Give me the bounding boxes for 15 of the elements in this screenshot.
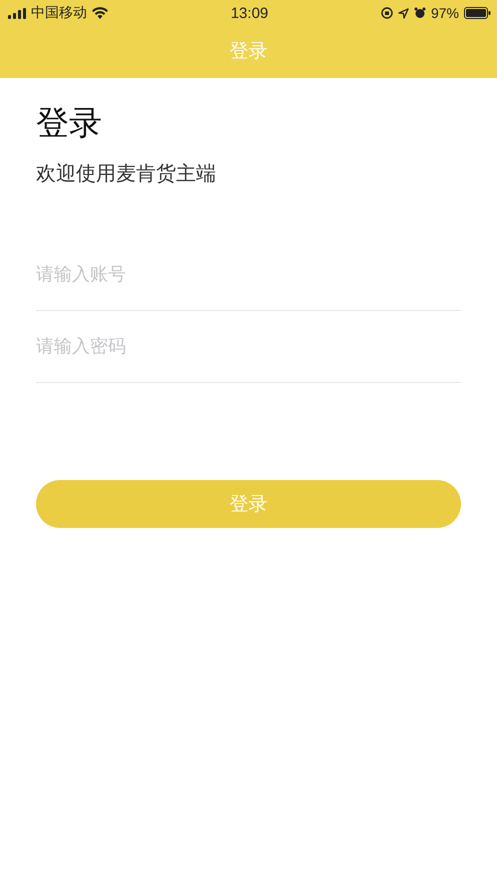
battery-percent: 97% xyxy=(430,5,459,21)
page-title: 登录 xyxy=(230,39,268,64)
login-heading: 登录 xyxy=(36,102,103,144)
input-field[interactable]: 请输入密码 xyxy=(36,336,461,357)
carrier-name: 中国移动 xyxy=(31,4,87,22)
input-field[interactable]: 请输入账号 xyxy=(36,264,461,285)
wifi-icon xyxy=(92,7,108,19)
login-button[interactable]: 登录 xyxy=(36,480,461,528)
welcome-text: 欢迎使用麦肯货主端 xyxy=(36,160,217,187)
location-arrow-icon xyxy=(398,8,409,18)
rotation-lock-icon xyxy=(380,7,393,19)
status-time: 13:09 xyxy=(230,4,268,22)
alarm-clock-icon xyxy=(414,7,426,19)
battery-icon xyxy=(464,7,491,19)
signal-icon xyxy=(8,8,26,18)
